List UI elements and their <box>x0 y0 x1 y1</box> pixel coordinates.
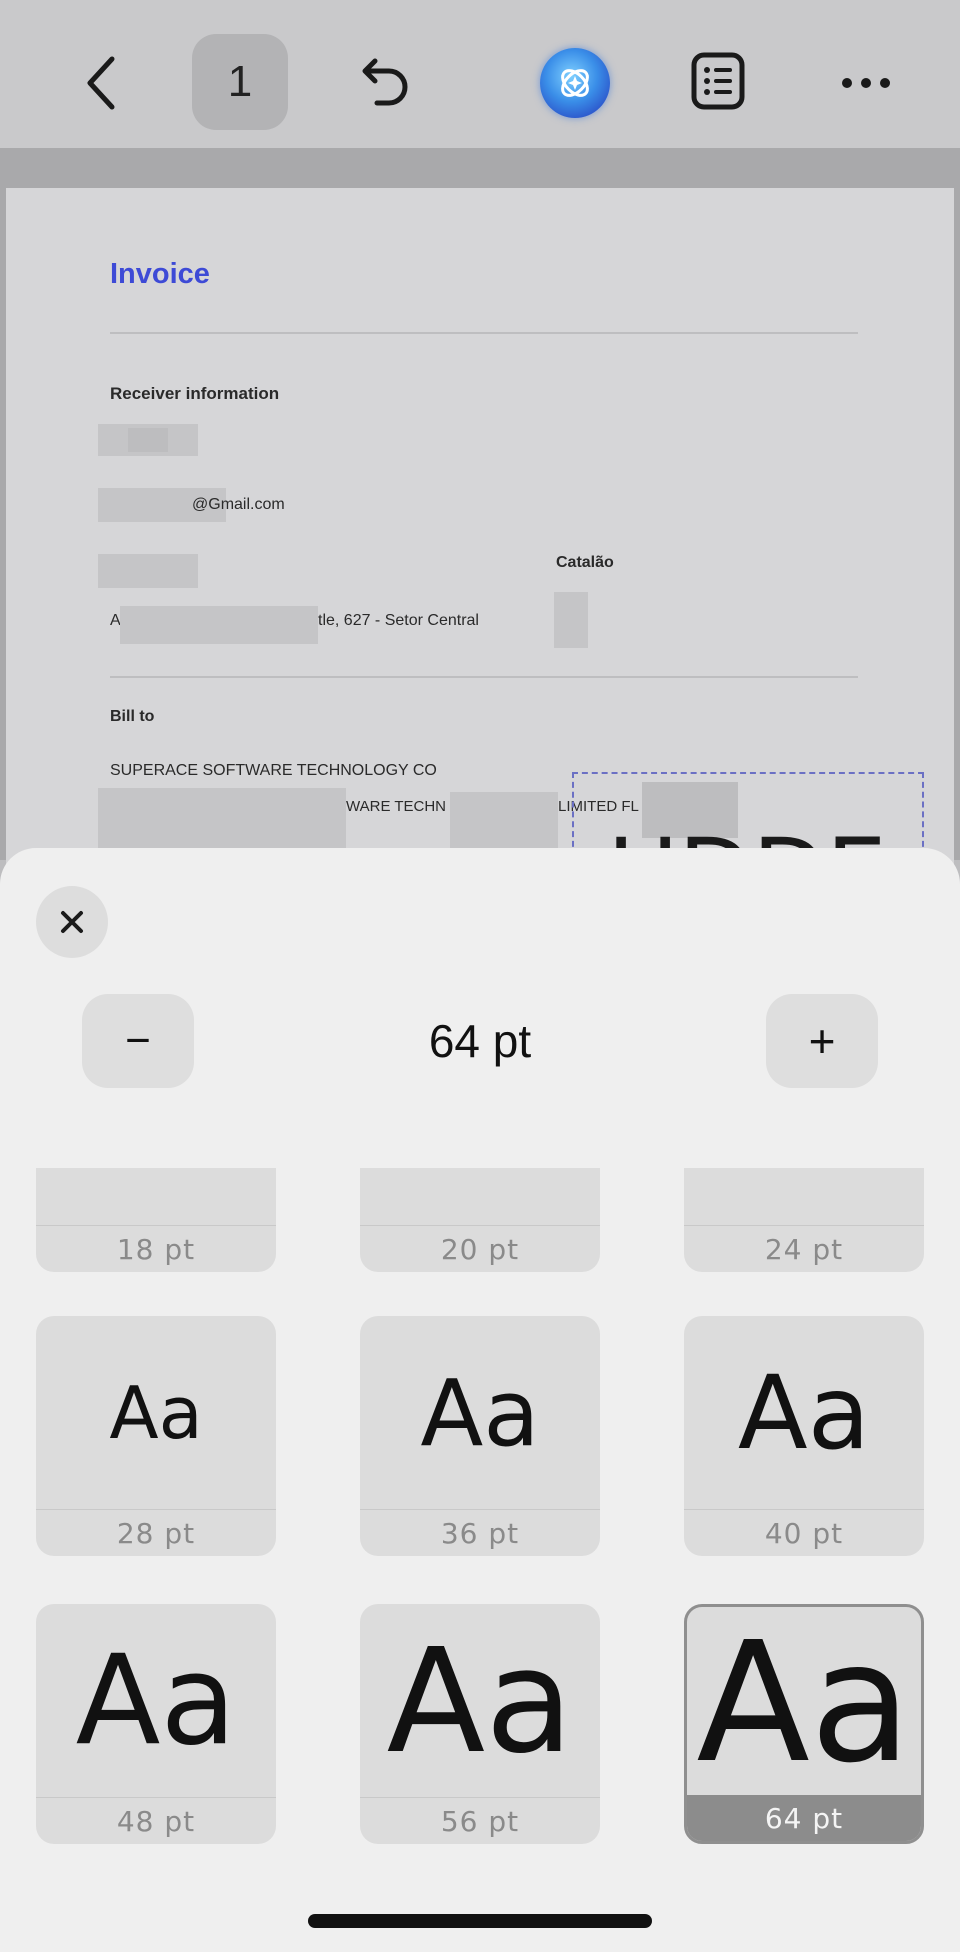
font-size-option-64[interactable]: Aa 64 pt <box>684 1604 924 1844</box>
bill-to-company: SUPERACE SOFTWARE TECHNOLOGY CO <box>110 762 437 779</box>
font-size-option-40[interactable]: Aa 40 pt <box>684 1316 924 1556</box>
redacted-text <box>98 554 198 588</box>
ellipsis-icon <box>842 78 890 88</box>
font-size-option-label: 20 pt <box>360 1225 600 1272</box>
undo-icon <box>362 58 408 106</box>
font-preview: Aa <box>109 1371 203 1455</box>
font-preview: Aa <box>696 1607 912 1800</box>
decrease-size-button[interactable]: − <box>82 994 194 1088</box>
minus-icon: − <box>125 1016 151 1065</box>
close-icon <box>61 911 83 933</box>
font-size-option-56[interactable]: Aa 56 pt <box>360 1604 600 1844</box>
font-preview: Aa <box>737 1353 871 1473</box>
receiver-heading: Receiver information <box>110 384 280 403</box>
ai-assistant-button[interactable] <box>540 48 610 118</box>
font-size-option-label: 18 pt <box>36 1225 276 1272</box>
receiver-city: Catalão <box>556 554 614 571</box>
more-button[interactable] <box>838 60 894 106</box>
invoice-title: Invoice <box>110 258 210 290</box>
document-page[interactable]: Invoice Receiver information @Gmail.com … <box>6 188 954 906</box>
font-size-sheet: − 64 pt + 18 pt 20 pt 24 pt Aa 28 pt Aa … <box>0 848 960 1952</box>
increase-size-button[interactable]: + <box>766 994 878 1088</box>
font-size-option-label: 64 pt <box>687 1795 921 1841</box>
redacted-text <box>120 606 318 644</box>
redacted-text <box>98 788 346 848</box>
bill-to-heading: Bill to <box>110 708 155 725</box>
receiver-email: @Gmail.com <box>192 496 285 513</box>
font-size-option-36[interactable]: Aa 36 pt <box>360 1316 600 1556</box>
current-font-size: 64 pt <box>428 1015 532 1067</box>
ai-assistant-orb-icon <box>561 69 589 97</box>
close-button[interactable] <box>36 886 108 958</box>
font-size-option-label: 40 pt <box>684 1509 924 1556</box>
font-size-option-20[interactable]: 20 pt <box>360 1168 600 1272</box>
page-number: 1 <box>227 57 253 106</box>
font-preview: Aa <box>420 1359 540 1467</box>
plus-icon: + <box>808 1015 836 1067</box>
top-toolbar: 1 <box>0 0 960 148</box>
font-preview: Aa <box>386 1617 574 1785</box>
font-size-option-label: 24 pt <box>684 1225 924 1272</box>
list-icon <box>691 52 745 110</box>
font-size-option-label: 36 pt <box>360 1509 600 1556</box>
font-size-option-label: 48 pt <box>36 1797 276 1844</box>
receiver-address: tle, 627 - Setor Central <box>318 612 479 629</box>
redacted-text <box>554 592 588 648</box>
chevron-left-icon <box>87 56 115 110</box>
font-size-option-24[interactable]: 24 pt <box>684 1168 924 1272</box>
bill-to-line-2: WARE TECHN <box>346 798 447 815</box>
outline-button[interactable] <box>688 48 748 114</box>
page-number-button[interactable]: 1 <box>192 34 288 130</box>
back-button[interactable] <box>70 50 130 116</box>
divider <box>110 332 858 334</box>
font-size-option-label: 56 pt <box>360 1797 600 1844</box>
home-indicator <box>308 1914 652 1928</box>
font-size-option-18[interactable]: 18 pt <box>36 1168 276 1272</box>
font-size-option-48[interactable]: Aa 48 pt <box>36 1604 276 1844</box>
undo-button[interactable] <box>350 50 416 116</box>
font-size-option-28[interactable]: Aa 28 pt <box>36 1316 276 1556</box>
font-size-option-label: 28 pt <box>36 1509 276 1556</box>
divider <box>110 676 858 678</box>
redacted-text <box>450 792 558 848</box>
font-preview: Aa <box>75 1629 237 1773</box>
redacted-text <box>128 428 168 452</box>
